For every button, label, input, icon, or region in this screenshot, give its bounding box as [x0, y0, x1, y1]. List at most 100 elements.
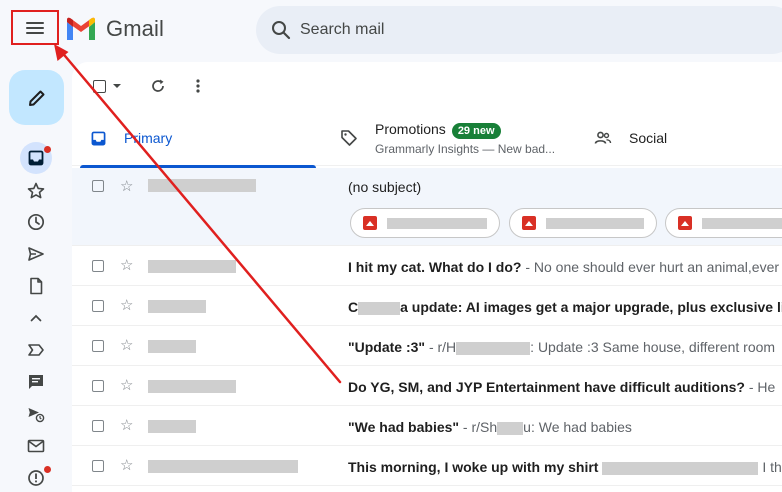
tab-social[interactable]: Social — [594, 110, 782, 166]
email-subject: (no subject) — [348, 179, 422, 195]
attachment-name-redacted — [702, 217, 782, 229]
sent-nav[interactable] — [22, 240, 50, 268]
row-checkbox[interactable] — [92, 300, 104, 312]
checkbox-icon — [93, 79, 106, 93]
tab-primary-label: Primary — [124, 130, 173, 146]
tab-promotions-preview: Grammarly Insights — New bad... — [375, 141, 556, 156]
redacted-text — [602, 461, 759, 475]
search-input[interactable] — [300, 21, 700, 39]
clock-icon — [27, 213, 45, 231]
tag-icon — [341, 130, 357, 146]
scheduled-send-icon — [28, 408, 45, 423]
attachment-chip[interactable] — [665, 208, 782, 238]
snoozed-nav[interactable] — [22, 208, 50, 236]
search-bar[interactable] — [256, 6, 782, 54]
all-mail-icon — [27, 439, 45, 453]
sender-name-redacted — [148, 179, 256, 192]
search-icon[interactable] — [270, 19, 292, 41]
hamburger-icon — [26, 21, 44, 34]
row-checkbox[interactable] — [92, 260, 104, 272]
gmail-logo[interactable]: Gmail — [65, 16, 164, 42]
inbox-unread-dot — [44, 146, 51, 153]
image-file-icon — [363, 216, 377, 230]
caret-down-icon — [113, 84, 121, 88]
less-nav[interactable] — [22, 304, 50, 332]
image-file-icon — [522, 216, 536, 230]
inbox-panel: Primary Promotions 29 new Grammarly Insig… — [72, 62, 782, 492]
important-label-icon — [28, 344, 44, 356]
attachment-name-redacted — [546, 217, 644, 229]
more-options-button[interactable] — [188, 76, 208, 96]
star-icon[interactable]: ☆ — [120, 298, 133, 313]
sender-name-redacted — [148, 340, 196, 353]
attachment-chip[interactable] — [350, 208, 500, 238]
scheduled-nav[interactable] — [22, 400, 50, 428]
people-icon — [594, 131, 612, 144]
inbox-icon — [91, 131, 106, 145]
star-icon[interactable]: ☆ — [120, 378, 133, 393]
row-checkbox[interactable] — [92, 180, 104, 192]
refresh-icon — [152, 79, 164, 92]
attachment-chip[interactable] — [509, 208, 657, 238]
row-checkbox[interactable] — [92, 340, 104, 352]
email-subject: This morning, I woke up with my shirt I … — [348, 459, 782, 475]
inbox-icon — [28, 150, 44, 166]
starred-nav[interactable] — [22, 177, 50, 205]
category-tabs: Primary Promotions 29 new Grammarly Insig… — [72, 110, 782, 168]
email-row[interactable]: ☆ Ca update: AI images get a major upgra… — [72, 286, 782, 326]
email-row[interactable]: ☆ (no subject) — [72, 168, 782, 246]
send-icon — [28, 247, 44, 261]
sender-name-redacted — [148, 300, 206, 313]
star-icon[interactable]: ☆ — [120, 179, 133, 194]
select-all-checkbox[interactable] — [90, 78, 124, 94]
row-checkbox[interactable] — [92, 460, 104, 472]
row-checkbox[interactable] — [92, 380, 104, 392]
main-menu-button[interactable] — [11, 10, 59, 45]
star-icon[interactable]: ☆ — [120, 418, 133, 433]
sender-name-redacted — [148, 420, 196, 433]
email-subject: I hit my cat. What do I do? - No one sho… — [348, 259, 780, 275]
app-name: Gmail — [106, 16, 164, 41]
star-icon — [27, 182, 45, 199]
row-checkbox[interactable] — [92, 420, 104, 432]
chats-nav[interactable] — [22, 368, 50, 396]
star-icon[interactable]: ☆ — [120, 338, 133, 353]
draft-file-icon — [30, 277, 43, 295]
email-row[interactable]: ☆ "Update :3" - r/H: Update :3 Same hous… — [72, 326, 782, 366]
tab-primary[interactable]: Primary — [72, 110, 316, 168]
chevron-up-icon — [30, 314, 42, 322]
email-row[interactable]: ☆ This morning, I woke up with my shirt … — [72, 446, 782, 486]
email-row[interactable]: ☆ I hit my cat. What do I do? - No one s… — [72, 246, 782, 286]
drafts-nav[interactable] — [22, 272, 50, 300]
image-file-icon — [678, 216, 692, 230]
chat-icon — [29, 375, 43, 389]
more-vert-icon — [196, 79, 200, 93]
star-icon[interactable]: ☆ — [120, 458, 133, 473]
tab-promotions-label: Promotions — [375, 120, 446, 137]
email-subject: "Update :3" - r/H: Update :3 Same house,… — [348, 339, 776, 355]
email-subject: "We had babies" - r/Sh u: We had babies — [348, 419, 632, 435]
spam-unread-dot — [44, 466, 51, 473]
refresh-button[interactable] — [148, 76, 168, 96]
attachment-name-redacted — [387, 217, 487, 229]
gmail-window: Gmail Search mail Primary Promotions 29 … — [0, 0, 782, 492]
compose-button[interactable] — [9, 70, 64, 125]
redacted-text — [456, 341, 531, 355]
email-row[interactable]: ☆ Do YG, SM, and JYP Entertainment have … — [72, 366, 782, 406]
important-nav[interactable] — [22, 336, 50, 364]
email-subject: Do YG, SM, and JYP Entertainment have di… — [348, 379, 776, 395]
pencil-icon — [28, 90, 44, 106]
tab-social-label: Social — [629, 130, 668, 146]
spam-icon — [28, 470, 44, 486]
sender-name-redacted — [148, 460, 298, 473]
sender-name-redacted — [148, 260, 236, 273]
star-icon[interactable]: ☆ — [120, 258, 133, 273]
email-row[interactable]: ☆ "We had babies" - r/Sh u: We had babies — [72, 406, 782, 446]
redacted-text — [358, 301, 401, 315]
all-mail-nav[interactable] — [22, 432, 50, 460]
new-count-badge: 29 new — [451, 122, 501, 139]
tab-promotions[interactable]: Promotions 29 new Grammarly Insights — Ne… — [340, 110, 584, 166]
email-subject: Ca update: AI images get a major upgrade… — [348, 299, 782, 315]
gmail-m-icon — [67, 17, 95, 40]
sender-name-redacted — [148, 380, 236, 393]
